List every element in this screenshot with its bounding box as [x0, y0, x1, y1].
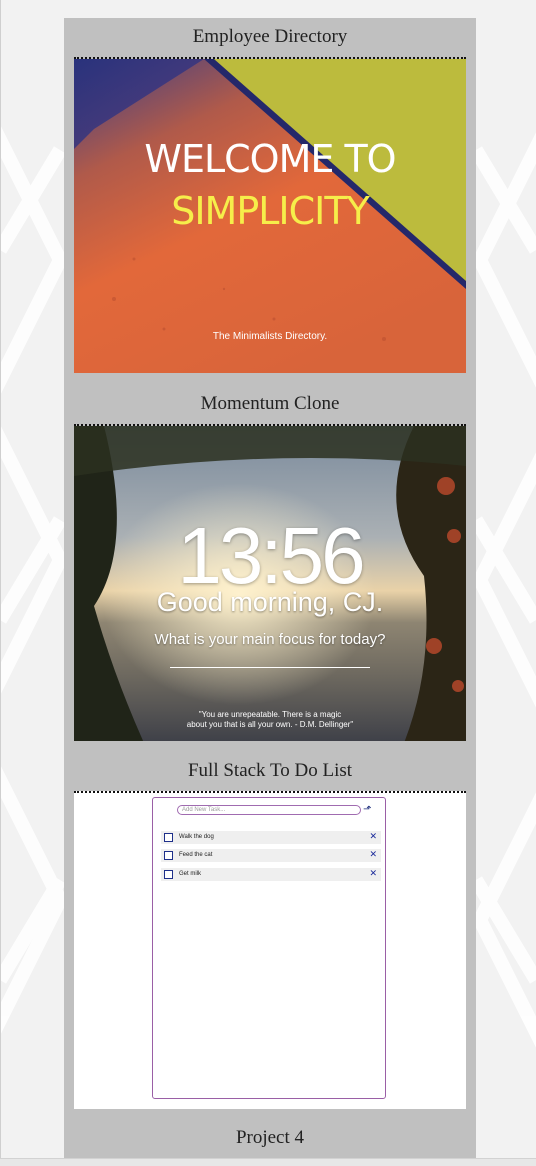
focus-prompt: What is your main focus for today?: [154, 631, 386, 648]
greeting-text: Good morning, CJ.: [156, 587, 384, 617]
momentum-clone-thumbnail[interactable]: 13:56 Good morning, CJ. What is your mai…: [74, 424, 466, 741]
quote-line: about you that is all your own. - D.M. D…: [186, 720, 354, 729]
todo-list-thumbnail[interactable]: Add New Task... ⬏ Walk the dog ✕ Feed th…: [74, 791, 466, 1109]
task-label: Get milk: [179, 871, 202, 877]
todo-card: Add New Task... ⬏ Walk the dog ✕ Feed th…: [152, 797, 386, 1099]
bottom-border: [0, 1158, 536, 1166]
checkbox-icon[interactable]: [164, 851, 173, 860]
simplicity-heading: SIMPLICITY: [171, 189, 370, 233]
focus-input-underline: [170, 667, 370, 668]
welcome-heading: WELCOME TO: [144, 137, 396, 181]
directory-tagline: The Minimalists Directory.: [212, 331, 328, 342]
task-label: Feed the cat: [179, 852, 213, 858]
project-title: Employee Directory: [192, 26, 348, 47]
checkbox-icon[interactable]: [164, 833, 173, 842]
quote-line: "You are unrepeatable. There is a magic: [198, 710, 342, 719]
quote-text: "You are unrepeatable. There is a magic …: [74, 710, 466, 730]
project-title: Project 4: [235, 1127, 305, 1148]
delete-icon[interactable]: ✕: [369, 868, 377, 880]
projects-column: Employee Directory WELCOME TO SIMPLICITY…: [64, 18, 476, 1160]
task-label: Walk the dog: [179, 834, 214, 840]
task-row[interactable]: Walk the dog ✕: [161, 831, 381, 844]
delete-icon[interactable]: ✕: [369, 831, 377, 843]
checkbox-icon[interactable]: [164, 870, 173, 879]
delete-icon[interactable]: ✕: [369, 849, 377, 861]
new-task-input[interactable]: Add New Task...: [177, 805, 361, 815]
employee-directory-thumbnail[interactable]: WELCOME TO SIMPLICITY The Minimalists Di…: [74, 57, 466, 373]
project-title: Full Stack To Do List: [187, 760, 353, 781]
left-border: [0, 0, 1, 1166]
task-row[interactable]: Feed the cat ✕: [161, 849, 381, 862]
project-title: Momentum Clone: [200, 393, 340, 414]
task-row[interactable]: Get milk ✕: [161, 868, 381, 881]
submit-arrow-icon[interactable]: ⬏: [363, 804, 371, 816]
